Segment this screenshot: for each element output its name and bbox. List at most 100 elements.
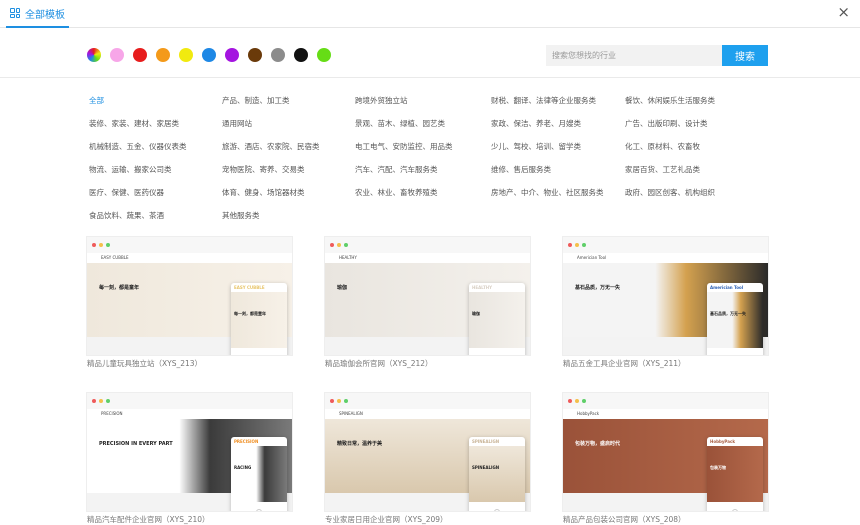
search-button[interactable]: 搜索 (722, 45, 768, 66)
mobile-home-button (494, 509, 500, 511)
category-item[interactable]: 家居百货、工艺礼品类 (625, 163, 765, 177)
template-card[interactable]: HobbyPack 包装万物，盛启时代 HobbyPack 包装万物 精品产品包… (563, 393, 768, 524)
category-item[interactable]: 食品饮料、蔬果、茶酒 (89, 209, 222, 223)
category-item[interactable]: 餐饮、休闲娱乐生活服务类 (625, 94, 765, 108)
category-item[interactable]: 体育、健身、场馆器材类 (222, 186, 355, 200)
color-swatch[interactable] (225, 48, 239, 62)
preview-hero-text: 每一刻，都是童年 (99, 285, 140, 291)
browser-chrome (563, 393, 768, 409)
template-preview[interactable]: EASY CUBBLE 每一刻，都是童年 EASY CUBBLE 每一刻，都是童… (87, 237, 292, 355)
preview-hero-text: PRECISION IN EVERY PART (99, 441, 173, 447)
category-item[interactable]: 物流、运输、搬家公司类 (89, 163, 222, 177)
mobile-preview-text: 基石品质，万无一失 (710, 311, 746, 316)
mobile-preview-image (469, 446, 525, 502)
color-swatch[interactable] (317, 48, 331, 62)
mobile-preview-brand: PRECISION (234, 439, 259, 444)
color-swatch[interactable] (110, 48, 124, 62)
color-swatch[interactable] (133, 48, 147, 62)
browser-chrome (87, 393, 292, 409)
template-caption[interactable]: 精品儿童玩具独立站（XYS_213） (87, 358, 202, 369)
mobile-preview-text: 瑜伽 (472, 311, 480, 316)
browser-chrome (87, 237, 292, 253)
mobile-preview-text: RACING (234, 465, 252, 470)
mobile-preview-image (469, 292, 525, 348)
mobile-preview-brand: SPINEALIGN (472, 439, 500, 444)
category-item[interactable]: 政府、园区创客、机构组织 (625, 186, 765, 200)
category-item[interactable]: 汽车、汽配、汽车服务类 (355, 163, 491, 177)
category-item[interactable]: 广告、出版印刷、设计类 (625, 117, 765, 131)
category-item[interactable]: 维修、售后服务类 (491, 163, 625, 177)
preview-brand: PRECISION (87, 409, 292, 419)
mobile-preview-text: 包装万物 (710, 465, 726, 470)
preview-brand: HobbyPack (563, 409, 768, 419)
category-item[interactable]: 宠物医院、寄养、交易类 (222, 163, 355, 177)
category-item[interactable]: 其他服务类 (222, 209, 355, 223)
mobile-preview-image (231, 446, 287, 502)
mobile-preview-brand: HEALTHY (472, 285, 493, 290)
template-caption[interactable]: 精品汽车配件企业官网（XYS_210） (87, 514, 210, 525)
template-card[interactable]: SPINEALIGN 精致日常，温养于美 SPINEALIGN SPINEALI… (325, 393, 530, 524)
category-item[interactable]: 通用网站 (222, 117, 355, 131)
category-item[interactable]: 家政、保洁、养老、月嫂类 (491, 117, 625, 131)
template-preview[interactable]: PRECISION PRECISION IN EVERY PART PRECIS… (87, 393, 292, 511)
color-swatch[interactable] (179, 48, 193, 62)
template-caption[interactable]: 精品瑜伽会所官网（XYS_212） (325, 358, 433, 369)
category-item[interactable]: 房地产、中介、物业、社区服务类 (491, 186, 625, 200)
template-caption[interactable]: 精品产品包装公司官网（XYS_208） (563, 514, 686, 525)
category-item[interactable]: 跨境外贸独立站 (355, 94, 491, 108)
tab-label: 全部模板 (25, 9, 65, 21)
color-swatch[interactable] (156, 48, 170, 62)
template-preview[interactable]: HEALTHY 瑜伽 HEALTHY 瑜伽 (325, 237, 530, 355)
mobile-preview-brand: HobbyPack (710, 439, 735, 444)
category-item[interactable]: 化工、原材料、农畜牧 (625, 140, 765, 154)
category-item[interactable]: 景观、苗木、绿植、园艺类 (355, 117, 491, 131)
template-card[interactable]: EASY CUBBLE 每一刻，都是童年 EASY CUBBLE 每一刻，都是童… (87, 237, 292, 368)
category-item[interactable]: 旅游、酒店、农家院、民宿类 (222, 140, 355, 154)
category-item[interactable]: 机械制造、五金、仪器仪表类 (89, 140, 222, 154)
category-item[interactable]: 少儿、驾校、培训、留学类 (491, 140, 625, 154)
category-item[interactable]: 装修、家装、建材、家居类 (89, 117, 222, 131)
category-list: 全部 产品、制造、加工类 跨境外贸独立站 财税、翻译、法律等企业服务类 餐饮、休闲娱乐生… (89, 94, 789, 223)
mobile-preview: Americian Tool 基石品质，万无一失 (707, 283, 763, 355)
color-swatch[interactable] (202, 48, 216, 62)
mobile-preview: HEALTHY 瑜伽 (469, 283, 525, 355)
template-caption[interactable]: 专业家居日用企业官网（XYS_209） (325, 514, 448, 525)
template-card[interactable]: Americian Tool 基石品质，万无一失 Americian Tool … (563, 237, 768, 368)
template-card[interactable]: HEALTHY 瑜伽 HEALTHY 瑜伽 精品瑜伽会所官网（XYS_212） (325, 237, 530, 368)
color-swatch[interactable] (294, 48, 308, 62)
mobile-home-button (256, 509, 262, 511)
preview-brand: Americian Tool (563, 253, 768, 263)
template-card[interactable]: PRECISION PRECISION IN EVERY PART PRECIS… (87, 393, 292, 524)
category-item[interactable]: 财税、翻译、法律等企业服务类 (491, 94, 625, 108)
color-swatch-all[interactable] (87, 48, 101, 62)
browser-chrome (325, 393, 530, 409)
preview-hero-text: 瑜伽 (337, 285, 348, 291)
color-swatch[interactable] (248, 48, 262, 62)
mobile-preview-brand: EASY CUBBLE (234, 285, 265, 290)
mobile-preview: HobbyPack 包装万物 (707, 437, 763, 511)
category-item[interactable]: 全部 (89, 94, 222, 108)
mobile-preview-image (707, 446, 763, 502)
browser-chrome (325, 237, 530, 253)
top-bar: 全部模板 × (0, 0, 860, 28)
category-item[interactable]: 产品、制造、加工类 (222, 94, 355, 108)
mobile-preview-image (707, 292, 763, 348)
preview-hero-text: 基石品质，万无一失 (575, 285, 621, 291)
category-item[interactable]: 农业、林业、畜牧养殖类 (355, 186, 491, 200)
template-caption[interactable]: 精品五金工具企业官网（XYS_211） (563, 358, 686, 369)
close-icon[interactable]: × (837, 3, 850, 21)
template-preview[interactable]: HobbyPack 包装万物，盛启时代 HobbyPack 包装万物 (563, 393, 768, 511)
divider (0, 77, 860, 78)
template-preview[interactable]: Americian Tool 基石品质，万无一失 Americian Tool … (563, 237, 768, 355)
search-input[interactable] (546, 45, 722, 66)
template-preview[interactable]: SPINEALIGN 精致日常，温养于美 SPINEALIGN SPINEALI… (325, 393, 530, 511)
category-item[interactable]: 医疗、保健、医药仪器 (89, 186, 222, 200)
preview-hero-text: 包装万物，盛启时代 (575, 441, 621, 447)
mobile-preview-text: SPINEALIGN (472, 465, 500, 470)
color-swatch[interactable] (271, 48, 285, 62)
category-item[interactable]: 电工电气、安防监控、用品类 (355, 140, 491, 154)
mobile-preview-brand: Americian Tool (710, 285, 744, 290)
color-filter (87, 48, 331, 62)
tab-all-templates[interactable]: 全部模板 (6, 0, 69, 28)
preview-brand: SPINEALIGN (325, 409, 530, 419)
